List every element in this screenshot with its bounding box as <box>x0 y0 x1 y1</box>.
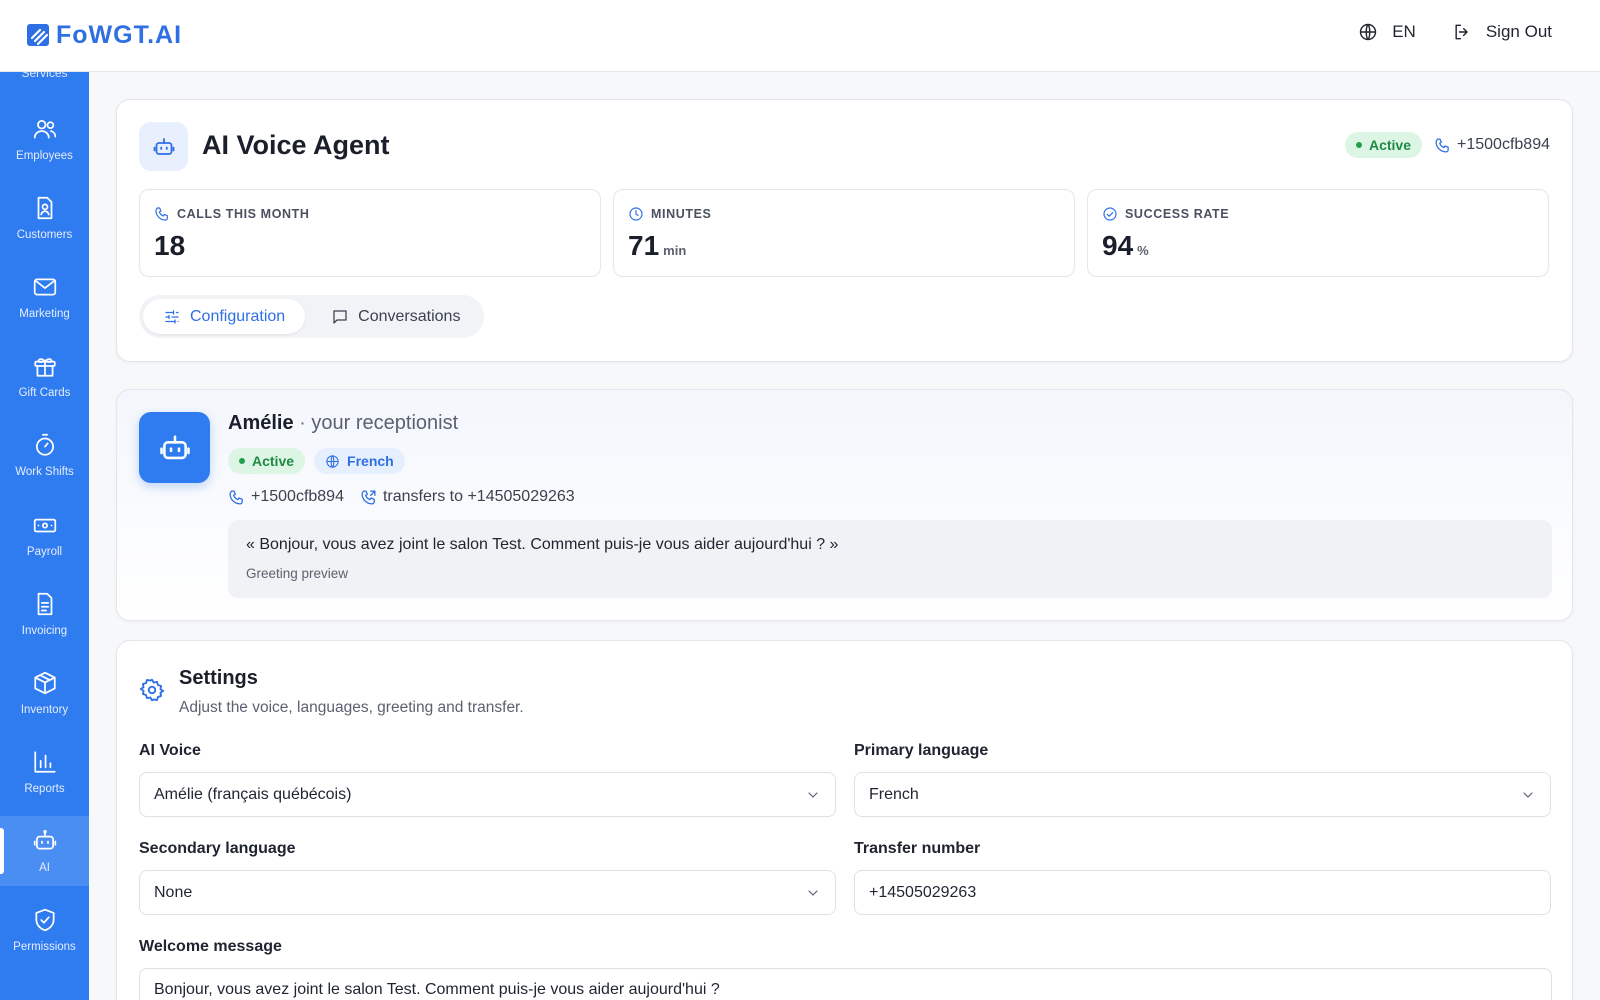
voice-agent-header-card: AI Voice Agent Active +1500cfb894 CALLS … <box>116 99 1573 362</box>
chevron-down-icon <box>808 889 818 896</box>
gift-icon <box>33 358 56 377</box>
globe-icon <box>1360 23 1377 41</box>
sign-out-label: Sign Out <box>1485 22 1552 41</box>
ai-voice-select[interactable]: Amélie (français québécois) <box>139 772 836 817</box>
logo-mark-icon <box>27 24 49 46</box>
greeting-preview: « Bonjour, vous avez joint le salon Test… <box>228 520 1552 598</box>
agent-language-badge: French <box>314 448 405 474</box>
agent-name: Amélie · your receptionist <box>228 412 459 434</box>
sidebar-item-payroll[interactable]: Payroll <box>0 500 89 570</box>
agent-transfer: transfers to +14505029263 <box>360 488 575 506</box>
agent-summary-card: Amélie · your receptionist Active French… <box>116 389 1573 621</box>
sidebar-item-customers[interactable]: Customers <box>0 183 89 253</box>
sidebar-item-gift-cards[interactable]: Gift Cards <box>0 341 89 411</box>
stat-unit: min <box>663 243 687 258</box>
sidebar-item-inventory[interactable]: Inventory <box>0 658 89 728</box>
top-bar: FoWGT.AI EN Sign Out <box>0 0 1600 72</box>
gear-icon <box>139 677 165 703</box>
stat-minutes: MINUTES 71 min <box>613 189 1075 277</box>
status-badge: Active <box>1344 132 1423 158</box>
robot-icon <box>33 830 56 850</box>
stat-calls-this-month: CALLS THIS MONTH 18 <box>139 189 601 277</box>
agent-phone-number: +1500cfb894 <box>1434 136 1550 154</box>
status-dot <box>1355 142 1362 148</box>
globe-icon <box>326 454 339 468</box>
chevron-down-icon <box>808 791 818 798</box>
stat-success-rate: SUCCESS RATE 94% <box>1087 189 1549 277</box>
sign-out-icon <box>1455 24 1468 40</box>
sidebar-item-marketing[interactable]: Marketing <box>0 262 89 332</box>
stat-value: 94 <box>1102 230 1134 261</box>
users-icon <box>33 120 56 139</box>
stat-value: 71 <box>628 230 660 261</box>
phone-icon <box>155 207 168 221</box>
greeting-text: « Bonjour, vous avez joint le salon Test… <box>246 536 839 553</box>
agent-phone: +1500cfb894 <box>228 488 344 506</box>
secondary-language-select[interactable]: None <box>139 870 836 915</box>
sidebar-item-ai[interactable]: AI <box>0 816 89 886</box>
sidebar: Services Employees Customers Marketing G… <box>0 72 89 1000</box>
secondary-language-label: Secondary language <box>139 840 296 857</box>
sidebar-item-employees[interactable]: Employees <box>0 104 89 174</box>
settings-card: Settings Adjust the voice, languages, gr… <box>116 640 1573 1000</box>
phone-icon <box>229 489 243 505</box>
stopwatch-icon <box>35 433 54 456</box>
sign-out-button[interactable]: Sign Out <box>1452 22 1552 42</box>
transfer-number-label: Transfer number <box>854 840 981 857</box>
status-dot <box>239 458 245 464</box>
box-icon <box>33 671 56 695</box>
greeting-label: Greeting preview <box>246 566 349 581</box>
check-circle-icon <box>1103 207 1117 221</box>
document-icon <box>37 592 52 616</box>
welcome-message-label: Welcome message <box>139 938 282 955</box>
clock-icon <box>629 207 643 221</box>
tab-configuration[interactable]: Configuration <box>143 299 306 334</box>
robot-icon <box>139 122 188 171</box>
sidebar-item-reports[interactable]: Reports <box>0 737 89 807</box>
bar-chart-icon <box>33 751 56 773</box>
ai-voice-label: AI Voice <box>139 742 201 759</box>
view-tabs: Configuration Conversations <box>139 295 485 338</box>
customer-card-icon <box>37 196 52 220</box>
banknote-icon <box>33 518 56 533</box>
chat-icon <box>333 309 347 324</box>
sidebar-item-work-shifts[interactable]: Work Shifts <box>0 420 89 490</box>
agent-status-badge: Active <box>228 448 306 474</box>
phone-forward-icon <box>361 489 376 505</box>
tab-conversations[interactable]: Conversations <box>311 299 480 334</box>
stat-unit: % <box>1137 243 1149 258</box>
sliders-icon <box>165 309 179 324</box>
chevron-down-icon <box>1523 791 1533 798</box>
phone-icon <box>1435 137 1449 153</box>
language-switcher[interactable]: EN <box>1358 22 1416 42</box>
sidebar-item-services[interactable]: Services <box>0 72 89 80</box>
shield-check-icon <box>34 908 55 932</box>
settings-subtitle: Adjust the voice, languages, greeting an… <box>179 699 524 716</box>
app-logo[interactable]: FoWGT.AI <box>26 20 182 50</box>
sidebar-item-permissions[interactable]: Permissions <box>0 895 89 965</box>
robot-icon <box>159 434 190 459</box>
sidebar-item-invoicing[interactable]: Invoicing <box>0 579 89 649</box>
welcome-message-input[interactable]: Bonjour, vous avez joint le salon Test. … <box>139 968 1552 1000</box>
stat-value: 18 <box>154 230 186 261</box>
language-label: EN <box>1392 22 1416 41</box>
page-title: AI Voice Agent <box>202 130 390 160</box>
primary-language-label: Primary language <box>854 742 989 759</box>
logo-text: FoWGT.AI <box>56 20 183 49</box>
transfer-number-input[interactable]: +14505029263 <box>854 870 1551 915</box>
mail-icon <box>33 278 56 296</box>
primary-language-select[interactable]: French <box>854 772 1551 817</box>
agent-avatar <box>139 412 210 483</box>
settings-title: Settings <box>179 667 258 689</box>
